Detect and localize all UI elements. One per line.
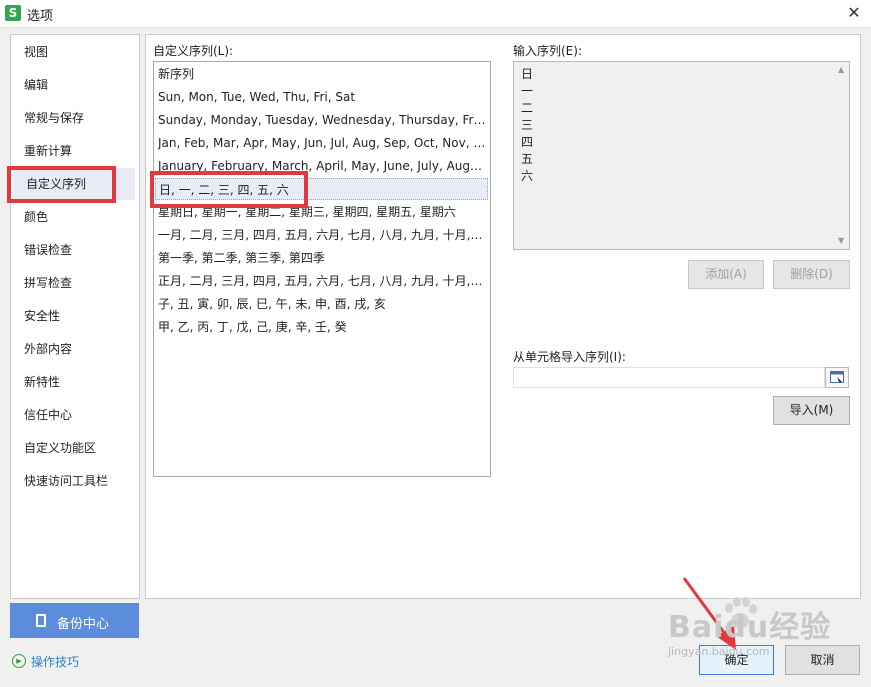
add-button[interactable]: 添加(A) [688, 260, 764, 289]
sidebar-item-external-content[interactable]: 外部内容 [11, 333, 135, 365]
wps-app-icon: S [5, 5, 21, 21]
tips-link[interactable]: 操作技巧 [31, 653, 79, 670]
custom-lists-listbox[interactable]: 新序列 Sun, Mon, Tue, Wed, Thu, Fri, Sat Su… [153, 61, 491, 477]
list-item[interactable]: Jan, Feb, Mar, Apr, May, Jun, Jul, Aug, … [158, 132, 486, 154]
list-item[interactable]: 新序列 [158, 63, 486, 85]
import-range-input[interactable] [513, 367, 825, 388]
watermark-url: jingyan.baidu.com [668, 645, 770, 658]
sidebar-item-trust-center[interactable]: 信任中心 [11, 399, 135, 431]
custom-lists-label: 自定义序列(L): [153, 44, 234, 58]
sidebar-item-general-save[interactable]: 常规与保存 [11, 102, 135, 134]
entry-line: 三 [521, 118, 534, 132]
entry-line: 六 [521, 169, 534, 183]
entry-line: 一 [521, 84, 534, 98]
sidebar-item-security[interactable]: 安全性 [11, 300, 135, 332]
list-item[interactable]: January, February, March, April, May, Ju… [158, 155, 486, 177]
list-entries-label: 输入序列(E): [513, 44, 582, 58]
list-item[interactable]: Sun, Mon, Tue, Wed, Thu, Fri, Sat [158, 86, 486, 108]
scroll-up-icon[interactable]: ▲ [838, 65, 844, 74]
close-icon[interactable]: ✕ [843, 2, 865, 24]
sidebar-item-customize-ribbon[interactable]: 自定义功能区 [11, 432, 135, 464]
list-item[interactable]: 第一季, 第二季, 第三季, 第四季 [158, 247, 486, 269]
window-title: 选项 [27, 9, 54, 24]
list-item-selected[interactable]: 日, 一, 二, 三, 四, 五, 六 [155, 178, 488, 200]
range-select-button[interactable] [825, 367, 849, 388]
backup-center-label: 备份中心 [57, 617, 110, 632]
entries-scrollbar[interactable]: ▲ ▼ [836, 63, 849, 248]
list-item[interactable]: 一月, 二月, 三月, 四月, 五月, 六月, 七月, 八月, 九月, 十月, … [158, 224, 486, 246]
entry-line: 二 [521, 101, 534, 115]
list-item[interactable]: 子, 丑, 寅, 卯, 辰, 巳, 午, 未, 申, 酉, 戌, 亥 [158, 293, 486, 315]
backup-center-button[interactable]: 备份中心 [10, 603, 139, 638]
sidebar-item-view[interactable]: 视图 [11, 36, 135, 68]
entry-line: 日 [521, 67, 534, 81]
sidebar-item-quick-access-toolbar[interactable]: 快速访问工具栏 [11, 465, 135, 497]
sidebar-item-edit[interactable]: 编辑 [11, 69, 135, 101]
watermark-text: Baidu经验 [668, 610, 832, 645]
sidebar-item-custom-lists[interactable]: 自定义序列 [13, 168, 135, 200]
sidebar-item-recalculate[interactable]: 重新计算 [11, 135, 135, 167]
entry-line: 五 [521, 152, 534, 166]
list-entries-textarea[interactable]: 日 一 二 三 四 五 六 ▲ ▼ [513, 61, 850, 250]
list-item[interactable]: 正月, 二月, 三月, 四月, 五月, 六月, 七月, 八月, 九月, 十月, … [158, 270, 486, 292]
list-item[interactable]: 星期日, 星期一, 星期二, 星期三, 星期四, 星期五, 星期六 [158, 201, 486, 223]
entry-line: 四 [521, 135, 534, 149]
document-icon [36, 614, 46, 627]
import-button[interactable]: 导入(M) [773, 396, 850, 425]
play-circle-icon: ▶ [12, 654, 26, 668]
scroll-down-icon[interactable]: ▼ [838, 236, 844, 245]
sidebar-item-color[interactable]: 颜色 [11, 201, 135, 233]
options-sidebar: 视图 编辑 常规与保存 重新计算 自定义序列 颜色 错误检查 拼写检查 安全性 … [10, 34, 140, 599]
options-dialog: S 选项 ✕ 视图 编辑 常规与保存 重新计算 自定义序列 颜色 错误检查 拼写… [0, 0, 871, 687]
delete-button[interactable]: 删除(D) [773, 260, 850, 289]
sidebar-item-spell-check[interactable]: 拼写检查 [11, 267, 135, 299]
import-from-cells-label: 从单元格导入序列(I): [513, 350, 626, 364]
list-item[interactable]: Sunday, Monday, Tuesday, Wednesday, Thur… [158, 109, 486, 131]
baidu-watermark: Baidu经验 jingyan.baidu.com [668, 596, 858, 666]
list-item[interactable]: 甲, 乙, 丙, 丁, 戊, 己, 庚, 辛, 壬, 癸 [158, 316, 486, 338]
title-bar: S 选项 ✕ [0, 0, 871, 28]
sidebar-item-error-check[interactable]: 错误检查 [11, 234, 135, 266]
range-select-icon [830, 371, 844, 383]
sidebar-item-new-features[interactable]: 新特性 [11, 366, 135, 398]
